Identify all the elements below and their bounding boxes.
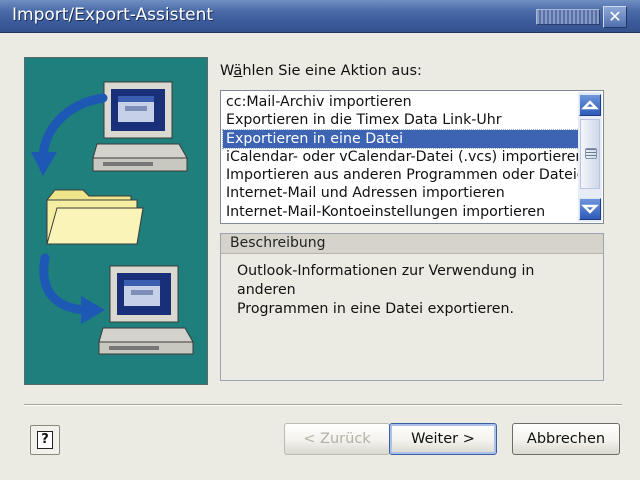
list-item-selected[interactable]: Exportieren in eine Datei: [222, 128, 580, 149]
vertical-scrollbar[interactable]: [578, 92, 602, 222]
window-title: Import/Export-Assistent: [12, 5, 214, 25]
computer-icon: [92, 81, 188, 172]
description-title: Beschreibung: [230, 235, 326, 251]
title-bar-grip: [536, 9, 600, 25]
action-listbox[interactable]: cc:Mail-Archiv importieren Exportieren i…: [220, 90, 604, 224]
arrow-icon: [38, 93, 108, 161]
list-item[interactable]: iCalendar- oder vCalendar-Datei (.vcs) i…: [223, 148, 579, 166]
list-item[interactable]: Internet-Mail und Adressen importieren: [223, 184, 579, 202]
title-bar[interactable]: Import/Export-Assistent ✕: [0, 0, 640, 33]
grip-icon: [585, 148, 597, 159]
description-header: Beschreibung: [221, 234, 603, 254]
scrollbar-thumb[interactable]: [580, 119, 600, 189]
folder-icon: [45, 189, 144, 245]
scroll-down-icon[interactable]: [579, 198, 601, 220]
back-button[interactable]: < Zurück: [284, 423, 390, 455]
action-label: Wählen Sie eine Aktion aus:: [220, 63, 422, 79]
description-group: Beschreibung Outlook-Informationen zur V…: [220, 233, 604, 381]
import-export-wizard-window: Import/Export-Assistent ✕ Wählen Sie ein…: [0, 0, 640, 480]
help-icon: ?: [37, 431, 53, 449]
computer-icon: [98, 265, 194, 355]
action-list: cc:Mail-Archiv importieren Exportieren i…: [222, 93, 580, 221]
help-button[interactable]: ?: [30, 425, 60, 455]
wizard-illustration: [24, 57, 208, 385]
arrow-icon: [39, 253, 90, 315]
next-button[interactable]: Weiter >: [389, 423, 497, 455]
list-item[interactable]: Internet-Mail-Kontoeinstellungen importi…: [223, 203, 579, 221]
list-item[interactable]: cc:Mail-Archiv importieren: [223, 93, 579, 111]
list-item[interactable]: Importieren aus anderen Programmen oder …: [223, 166, 579, 184]
list-item[interactable]: Exportieren in die Timex Data Link-Uhr: [223, 111, 579, 129]
cancel-button[interactable]: Abbrechen: [512, 423, 620, 455]
action-label-mnemonic: ä: [233, 63, 243, 79]
close-icon[interactable]: ✕: [603, 6, 627, 28]
separator: [24, 404, 622, 406]
scroll-up-icon[interactable]: [579, 94, 601, 116]
description-text: Outlook-Informationen zur Verwendung in …: [237, 263, 535, 317]
